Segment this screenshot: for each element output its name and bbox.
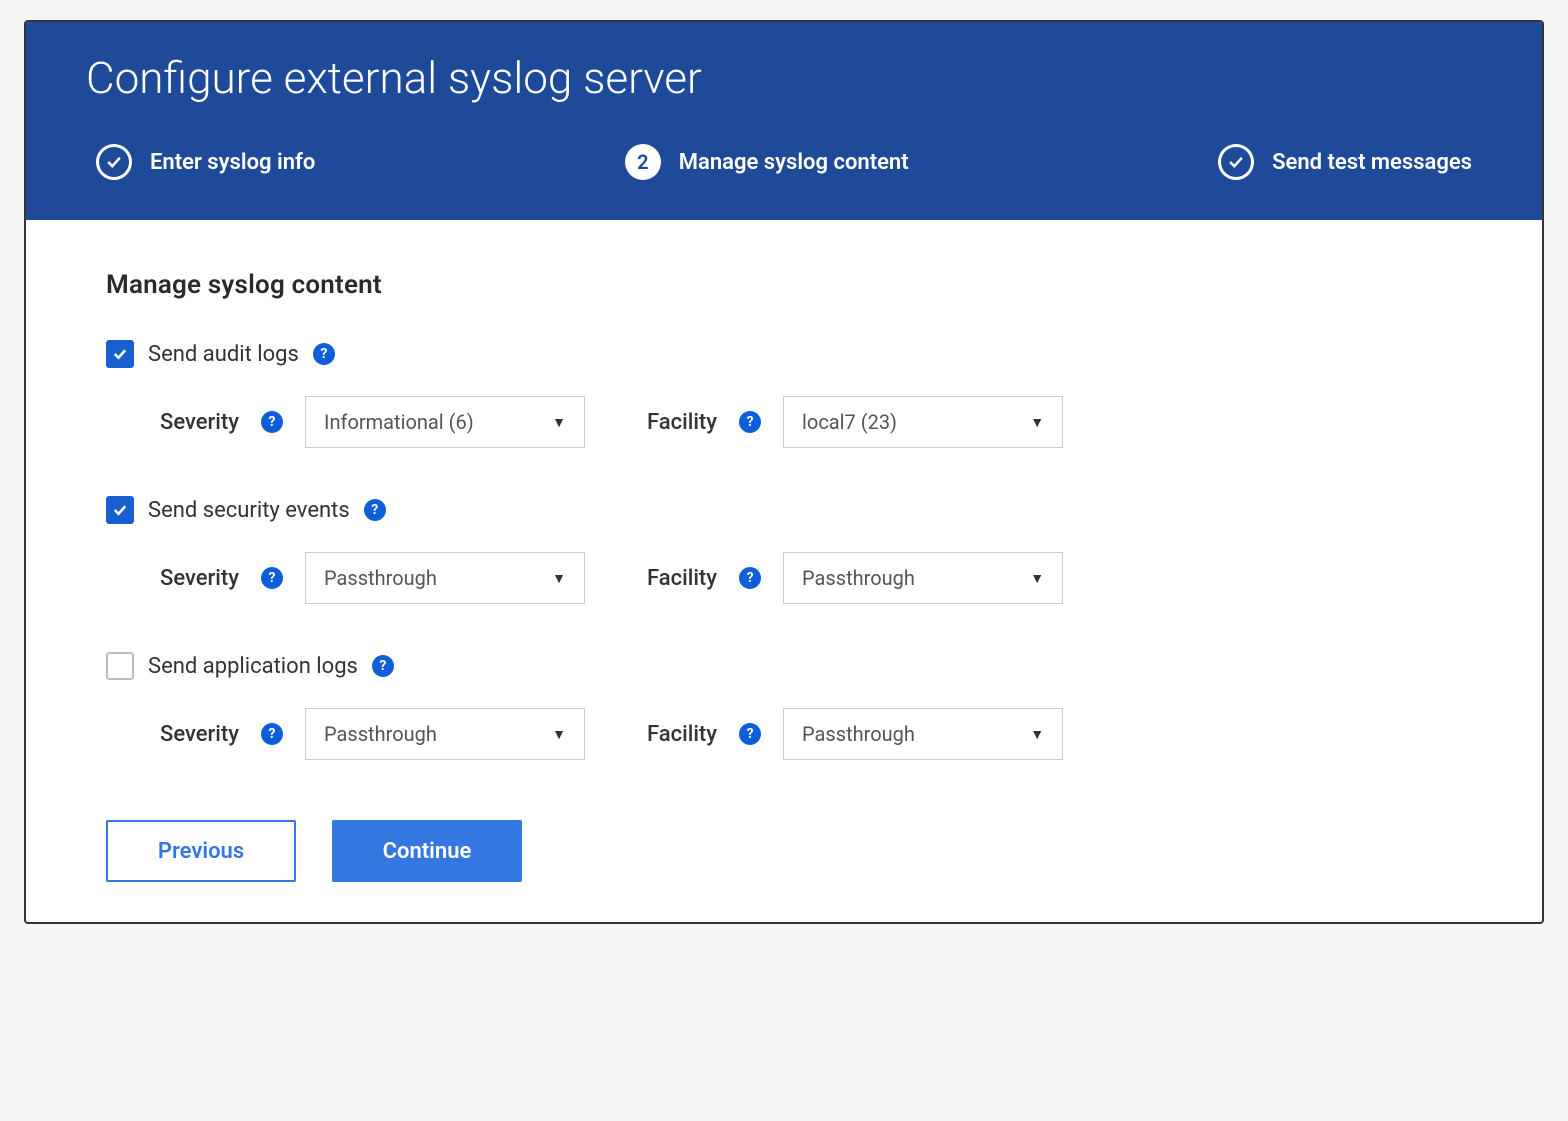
- application-facility-select[interactable]: Passthrough ▼: [783, 708, 1063, 760]
- facility-label: Facility: [647, 722, 717, 747]
- step-label: Send test messages: [1272, 150, 1472, 175]
- option-label: Send application logs: [148, 654, 358, 679]
- section-title: Manage syslog content: [106, 270, 1462, 300]
- checkbox-security-events[interactable]: [106, 496, 134, 524]
- select-value: Passthrough: [802, 566, 915, 590]
- help-icon[interactable]: ?: [372, 655, 394, 677]
- help-icon[interactable]: ?: [261, 723, 283, 745]
- facility-label: Facility: [647, 566, 717, 591]
- option-label: Send security events: [148, 498, 350, 523]
- security-facility-select[interactable]: Passthrough ▼: [783, 552, 1063, 604]
- audit-fields: Severity ? Informational (6) ▼ Facility …: [106, 396, 1462, 448]
- select-value: Passthrough: [802, 722, 915, 746]
- select-value: local7 (23): [802, 410, 897, 434]
- help-icon[interactable]: ?: [364, 499, 386, 521]
- step-label: Manage syslog content: [679, 150, 909, 175]
- step-manage-syslog-content[interactable]: 2 Manage syslog content: [625, 144, 909, 180]
- select-value: Passthrough: [324, 722, 437, 746]
- select-value: Informational (6): [324, 410, 474, 434]
- page-title: Configure external syslog server: [86, 52, 1482, 104]
- continue-button[interactable]: Continue: [332, 820, 522, 882]
- severity-label: Severity: [160, 722, 239, 747]
- help-icon[interactable]: ?: [313, 343, 335, 365]
- checkbox-application-logs[interactable]: [106, 652, 134, 680]
- option-application-logs: Send application logs ?: [106, 652, 1462, 680]
- security-severity-select[interactable]: Passthrough ▼: [305, 552, 585, 604]
- wizard-buttons: Previous Continue: [106, 820, 1462, 882]
- help-icon[interactable]: ?: [739, 411, 761, 433]
- checkbox-audit-logs[interactable]: [106, 340, 134, 368]
- help-icon[interactable]: ?: [261, 567, 283, 589]
- chevron-down-icon: ▼: [1030, 570, 1044, 587]
- chevron-down-icon: ▼: [552, 726, 566, 743]
- step-send-test-messages[interactable]: Send test messages: [1218, 144, 1472, 180]
- help-icon[interactable]: ?: [739, 567, 761, 589]
- check-icon: [1218, 144, 1254, 180]
- severity-label: Severity: [160, 410, 239, 435]
- option-audit-logs: Send audit logs ?: [106, 340, 1462, 368]
- previous-button[interactable]: Previous: [106, 820, 296, 882]
- step-number-icon: 2: [625, 144, 661, 180]
- wizard-header: Configure external syslog server Enter s…: [26, 22, 1542, 220]
- chevron-down-icon: ▼: [552, 414, 566, 431]
- facility-label: Facility: [647, 410, 717, 435]
- audit-severity-select[interactable]: Informational (6) ▼: [305, 396, 585, 448]
- application-severity-select[interactable]: Passthrough ▼: [305, 708, 585, 760]
- step-label: Enter syslog info: [150, 150, 315, 175]
- chevron-down-icon: ▼: [1030, 726, 1044, 743]
- severity-label: Severity: [160, 566, 239, 591]
- check-icon: [96, 144, 132, 180]
- config-wizard-window: Configure external syslog server Enter s…: [24, 20, 1544, 924]
- option-security-events: Send security events ?: [106, 496, 1462, 524]
- help-icon[interactable]: ?: [261, 411, 283, 433]
- wizard-stepper: Enter syslog info 2 Manage syslog conten…: [86, 144, 1482, 200]
- step-enter-syslog-info[interactable]: Enter syslog info: [96, 144, 315, 180]
- audit-facility-select[interactable]: local7 (23) ▼: [783, 396, 1063, 448]
- chevron-down-icon: ▼: [1030, 414, 1044, 431]
- select-value: Passthrough: [324, 566, 437, 590]
- chevron-down-icon: ▼: [552, 570, 566, 587]
- help-icon[interactable]: ?: [739, 723, 761, 745]
- security-fields: Severity ? Passthrough ▼ Facility ? Pass…: [106, 552, 1462, 604]
- application-fields: Severity ? Passthrough ▼ Facility ? Pass…: [106, 708, 1462, 760]
- wizard-content: Manage syslog content Send audit logs ? …: [26, 220, 1542, 922]
- option-label: Send audit logs: [148, 342, 299, 367]
